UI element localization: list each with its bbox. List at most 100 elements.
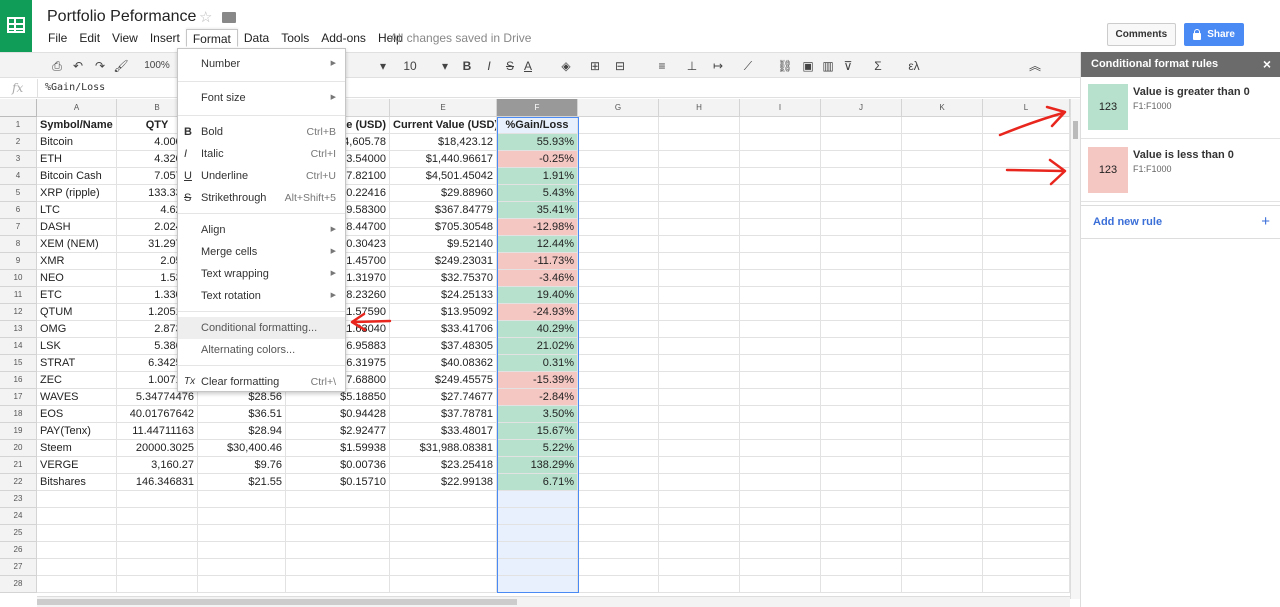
empty-cell[interactable] <box>659 406 740 423</box>
strikethrough-icon[interactable]: S <box>502 57 518 75</box>
empty-cell[interactable] <box>983 321 1070 338</box>
grid-corner[interactable] <box>0 99 37 117</box>
empty-cell[interactable] <box>902 117 983 134</box>
empty-cell[interactable] <box>983 559 1070 576</box>
empty-cell[interactable] <box>659 372 740 389</box>
gain-loss-cell[interactable]: -15.39% <box>497 372 578 389</box>
row-header[interactable]: 27 <box>0 559 37 576</box>
row-header[interactable]: 16 <box>0 372 37 389</box>
empty-cell[interactable] <box>821 474 902 491</box>
empty-cell[interactable] <box>902 185 983 202</box>
empty-cell[interactable] <box>740 440 821 457</box>
empty-cell[interactable] <box>578 151 659 168</box>
empty-cell[interactable] <box>37 508 117 525</box>
empty-cell[interactable] <box>821 406 902 423</box>
empty-cell[interactable] <box>198 559 286 576</box>
cell-f-empty[interactable] <box>497 559 578 576</box>
row-header[interactable]: 11 <box>0 287 37 304</box>
row-header[interactable]: 28 <box>0 576 37 593</box>
share-button[interactable]: Share <box>1184 23 1244 46</box>
rule-item-greater[interactable]: 123 Value is greater than 0 F1:F1000 <box>1081 77 1280 139</box>
gain-loss-cell[interactable]: 55.93% <box>497 134 578 151</box>
symbol-cell[interactable]: XEM (NEM) <box>37 236 117 253</box>
symbol-cell[interactable]: OMG <box>37 321 117 338</box>
menu-format[interactable]: Format <box>185 29 238 47</box>
empty-cell[interactable] <box>983 457 1070 474</box>
data-cell[interactable]: $367.84779 <box>390 202 497 219</box>
empty-cell[interactable] <box>740 134 821 151</box>
empty-cell[interactable] <box>902 440 983 457</box>
data-cell[interactable]: $21.55 <box>198 474 286 491</box>
data-cell[interactable]: $2.92477 <box>286 423 390 440</box>
symbol-cell[interactable]: PAY(Tenx) <box>37 423 117 440</box>
empty-cell[interactable] <box>740 508 821 525</box>
doc-title[interactable]: Portfolio Peformance <box>47 8 196 26</box>
gain-loss-cell[interactable]: 40.29% <box>497 321 578 338</box>
gain-loss-cell[interactable]: 12.44% <box>497 236 578 253</box>
empty-cell[interactable] <box>740 321 821 338</box>
symbol-cell[interactable]: XRP (ripple) <box>37 185 117 202</box>
undo-icon[interactable]: ↶ <box>70 57 86 75</box>
empty-cell[interactable] <box>821 389 902 406</box>
data-cell[interactable]: $9.76 <box>198 457 286 474</box>
vertical-scroll-thumb[interactable] <box>1073 121 1078 139</box>
empty-cell[interactable] <box>117 508 198 525</box>
horizontal-scroll-thumb[interactable] <box>37 599 517 605</box>
empty-cell[interactable] <box>659 355 740 372</box>
empty-cell[interactable] <box>983 338 1070 355</box>
empty-cell[interactable] <box>578 491 659 508</box>
data-cell[interactable]: $0.15710 <box>286 474 390 491</box>
formula-input[interactable]: %Gain/Loss <box>45 82 105 93</box>
empty-cell[interactable] <box>37 559 117 576</box>
data-cell[interactable]: $33.48017 <box>390 423 497 440</box>
empty-cell[interactable] <box>902 202 983 219</box>
empty-cell[interactable] <box>902 287 983 304</box>
data-cell[interactable]: $27.74677 <box>390 389 497 406</box>
menu-item-underline[interactable]: U Underline Ctrl+U <box>178 165 345 187</box>
data-cell[interactable]: $22.99138 <box>390 474 497 491</box>
row-header[interactable]: 10 <box>0 270 37 287</box>
empty-cell[interactable] <box>659 304 740 321</box>
empty-cell[interactable] <box>659 423 740 440</box>
row-header[interactable]: 7 <box>0 219 37 236</box>
empty-cell[interactable] <box>659 457 740 474</box>
empty-cell[interactable] <box>821 202 902 219</box>
empty-cell[interactable] <box>37 576 117 593</box>
menu-file[interactable]: File <box>42 29 73 47</box>
empty-cell[interactable] <box>902 423 983 440</box>
row-header[interactable]: 8 <box>0 236 37 253</box>
empty-cell[interactable] <box>902 134 983 151</box>
empty-cell[interactable] <box>821 338 902 355</box>
symbol-cell[interactable]: Bitcoin <box>37 134 117 151</box>
data-cell[interactable]: 3,160.27 <box>117 457 198 474</box>
empty-cell[interactable] <box>821 236 902 253</box>
empty-cell[interactable] <box>286 542 390 559</box>
empty-cell[interactable] <box>983 525 1070 542</box>
menu-edit[interactable]: Edit <box>73 29 106 47</box>
cell-f-empty[interactable] <box>497 491 578 508</box>
empty-cell[interactable] <box>578 202 659 219</box>
empty-cell[interactable] <box>902 542 983 559</box>
empty-cell[interactable] <box>821 151 902 168</box>
empty-cell[interactable] <box>390 576 497 593</box>
data-cell[interactable]: $33.41706 <box>390 321 497 338</box>
empty-cell[interactable] <box>983 219 1070 236</box>
empty-cell[interactable] <box>821 355 902 372</box>
empty-cell[interactable] <box>286 525 390 542</box>
data-cell[interactable]: $249.45575 <box>390 372 497 389</box>
symbol-cell[interactable]: VERGE <box>37 457 117 474</box>
row-header[interactable]: 14 <box>0 338 37 355</box>
row-header[interactable]: 17 <box>0 389 37 406</box>
empty-cell[interactable] <box>740 542 821 559</box>
empty-cell[interactable] <box>740 457 821 474</box>
input-tools-icon[interactable]: ελ <box>906 57 922 75</box>
empty-cell[interactable] <box>659 134 740 151</box>
empty-cell[interactable] <box>659 270 740 287</box>
symbol-cell[interactable]: STRAT <box>37 355 117 372</box>
menu-item-text-wrapping[interactable]: Text wrapping ▶ <box>178 263 345 285</box>
data-cell[interactable]: $1.59938 <box>286 440 390 457</box>
symbol-cell[interactable]: ETC <box>37 287 117 304</box>
empty-cell[interactable] <box>198 508 286 525</box>
empty-cell[interactable] <box>117 559 198 576</box>
empty-cell[interactable] <box>902 457 983 474</box>
